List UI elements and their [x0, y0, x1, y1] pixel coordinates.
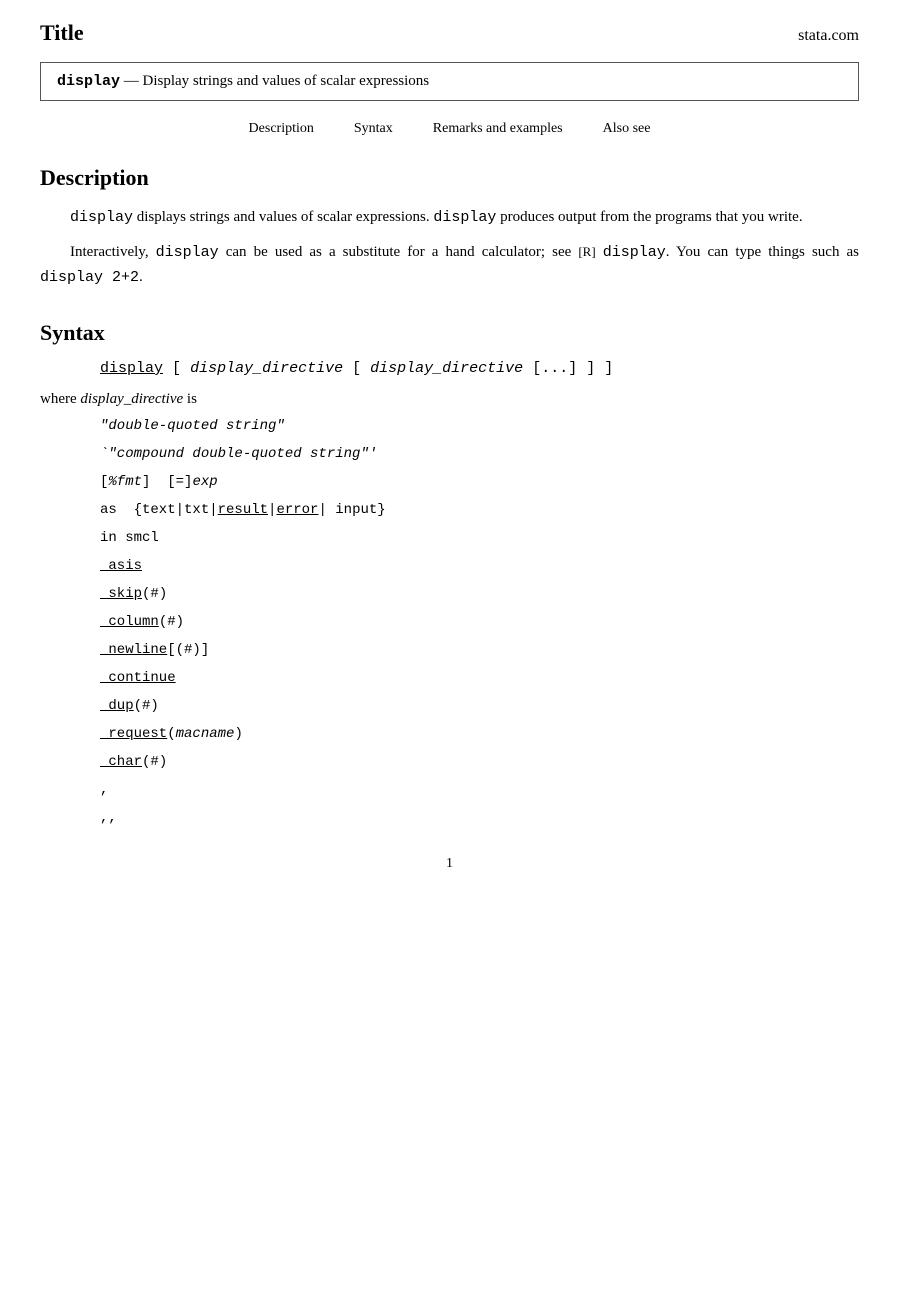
directive-em: display_directive: [80, 391, 183, 407]
description-section: Description display displays strings and…: [40, 165, 859, 290]
bracket-inner-open: [: [352, 360, 361, 377]
skip-underline: _skip: [100, 586, 142, 602]
error-underline: error: [276, 502, 318, 518]
nav-description[interactable]: Description: [249, 121, 314, 137]
main-syntax-line: display [ display_directive [ display_di…: [100, 360, 859, 377]
display-cmd: display: [100, 360, 163, 377]
description-para-2: Interactively, display can be used as a …: [40, 240, 859, 290]
syntax-heading: Syntax: [40, 320, 859, 346]
bracket-inner-close: ]: [586, 360, 595, 377]
directive-continue: _continue: [100, 670, 859, 686]
request-underline: _request: [100, 726, 167, 742]
directive-as: as {text|txt|result|error| input}: [100, 502, 859, 518]
directive-double-comma: ,,: [100, 810, 859, 826]
directive-newline: _newline[(#)]: [100, 642, 859, 658]
directive-dup: _dup(#): [100, 698, 859, 714]
page-number: 1: [40, 856, 859, 872]
stata-logo: stata.com: [798, 27, 859, 45]
display-mono-1: display: [70, 209, 133, 226]
display-mono-4: display: [603, 244, 666, 261]
directive-compound-quoted: `"compound double-quoted string"': [100, 446, 859, 462]
directive-italic-1: display_directive: [190, 360, 343, 377]
description-para-1: display displays strings and values of s…: [40, 205, 859, 230]
directive-double-quoted: "double-quoted string": [100, 418, 859, 434]
continue-underline: _continue: [100, 670, 176, 686]
dup-underline: _dup: [100, 698, 134, 714]
bracket-open: [: [172, 360, 181, 377]
command-box: display — Display strings and values of …: [40, 62, 859, 101]
cdq-string-em: `"compound double-quoted string"': [100, 446, 377, 462]
bracket-close: ]: [604, 360, 613, 377]
macname-em: macname: [176, 726, 235, 742]
description-heading: Description: [40, 165, 859, 191]
display-example: display 2+2: [40, 269, 139, 286]
display-mono-3: display: [156, 244, 219, 261]
nav-remarks[interactable]: Remarks and examples: [433, 121, 563, 137]
directive-comma: ,: [100, 782, 859, 798]
result-underline: result: [218, 502, 268, 518]
directive-char: _char(#): [100, 754, 859, 770]
nav-syntax[interactable]: Syntax: [354, 121, 393, 137]
column-underline: _column: [100, 614, 159, 630]
page-header: Title stata.com: [40, 20, 859, 46]
newline-underline: _newline: [100, 642, 167, 658]
directive-asis: _asis: [100, 558, 859, 574]
directive-column: _column(#): [100, 614, 859, 630]
directive-skip: _skip(#): [100, 586, 859, 602]
command-separator: —: [124, 73, 143, 89]
command-name: display: [57, 73, 120, 90]
page-title: Title: [40, 20, 84, 46]
char-underline: _char: [100, 754, 142, 770]
where-line: where display_directive is: [40, 391, 859, 408]
exp-em: exp: [192, 474, 217, 490]
command-description: Display strings and values of scalar exp…: [143, 73, 430, 89]
display-mono-2: display: [433, 209, 496, 226]
nav-links: Description Syntax Remarks and examples …: [40, 121, 859, 137]
directive-italic-2: display_directive: [370, 360, 523, 377]
directive-fmt-exp: [%fmt] [=]exp: [100, 474, 859, 490]
ref-r: [R]: [578, 244, 595, 259]
ellipsis: [...]: [532, 360, 577, 377]
asis-underline: _asis: [100, 558, 142, 574]
directive-request: _request(macname): [100, 726, 859, 742]
directive-in-smcl: in smcl: [100, 530, 859, 546]
dq-string-em: "double-quoted string": [100, 418, 285, 434]
nav-also-see[interactable]: Also see: [603, 121, 651, 137]
pct-fmt-em: %fmt: [108, 474, 142, 490]
syntax-section: Syntax display [ display_directive [ dis…: [40, 320, 859, 826]
